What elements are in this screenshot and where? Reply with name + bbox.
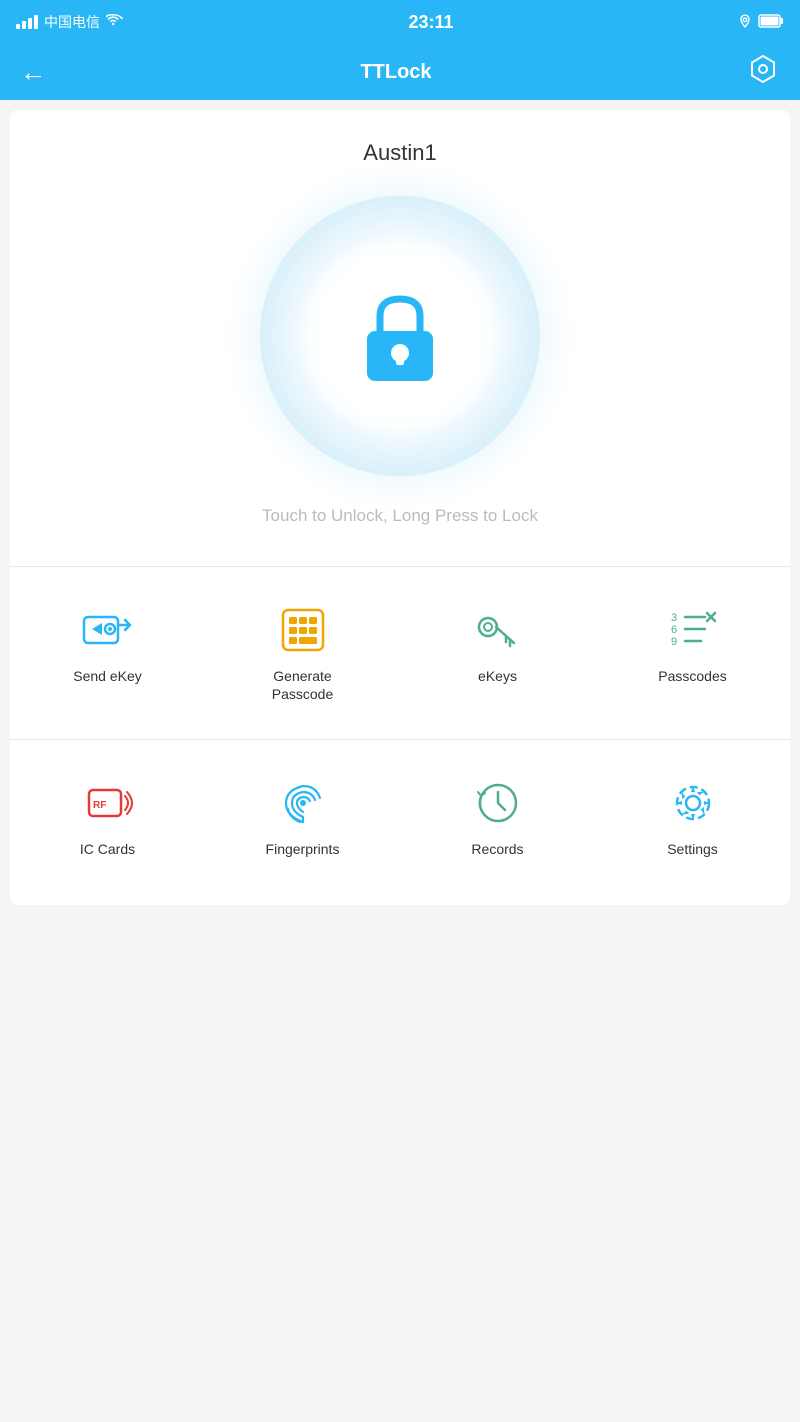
ic-cards-icon: RF bbox=[81, 776, 135, 830]
ekeys-button[interactable]: eKeys bbox=[400, 587, 595, 719]
settings-menu-icon bbox=[666, 776, 720, 830]
settings-menu-button[interactable]: Settings bbox=[595, 760, 790, 874]
menu-row-2: RF IC Cards bbox=[10, 740, 790, 904]
status-right bbox=[738, 14, 784, 31]
status-left: 中国电信 bbox=[16, 12, 124, 32]
ekeys-label: eKeys bbox=[478, 667, 517, 685]
status-time: 23:11 bbox=[408, 12, 453, 33]
ic-cards-label: IC Cards bbox=[80, 840, 135, 858]
bottom-area bbox=[10, 905, 790, 1285]
svg-text:9: 9 bbox=[671, 636, 677, 648]
location-icon bbox=[738, 14, 752, 31]
generate-passcode-icon bbox=[276, 603, 330, 657]
settings-icon[interactable] bbox=[746, 52, 780, 93]
passcodes-label: Passcodes bbox=[658, 667, 726, 685]
send-ekey-icon bbox=[81, 603, 135, 657]
fingerprints-label: Fingerprints bbox=[266, 840, 340, 858]
unlock-hint: Touch to Unlock, Long Press to Lock bbox=[262, 506, 538, 526]
lock-inner-circle bbox=[300, 236, 500, 436]
back-button[interactable]: ← bbox=[20, 59, 46, 85]
records-icon bbox=[471, 776, 525, 830]
lock-section: Austin1 Touch to Unlock bbox=[10, 110, 790, 567]
records-label: Records bbox=[471, 840, 523, 858]
signal-icon bbox=[16, 15, 38, 29]
lock-button[interactable] bbox=[260, 196, 540, 476]
nav-title: TTLock bbox=[360, 61, 431, 84]
menu-row-1: Send eKey bbox=[10, 567, 790, 740]
generate-passcode-button[interactable]: Generate Passcode bbox=[205, 587, 400, 719]
device-name: Austin1 bbox=[363, 140, 436, 166]
svg-text:RF: RF bbox=[93, 800, 106, 811]
fingerprints-icon bbox=[276, 776, 330, 830]
svg-text:3: 3 bbox=[671, 612, 677, 624]
fingerprints-button[interactable]: Fingerprints bbox=[205, 760, 400, 874]
nav-bar: ← TTLock bbox=[0, 44, 800, 100]
passcodes-button[interactable]: 3 6 9 Passcodes bbox=[595, 587, 790, 719]
ic-cards-button[interactable]: RF IC Cards bbox=[10, 760, 205, 874]
passcodes-icon: 3 6 9 bbox=[666, 603, 720, 657]
lock-icon bbox=[345, 281, 455, 391]
send-ekey-button[interactable]: Send eKey bbox=[10, 587, 205, 719]
generate-passcode-label: Generate Passcode bbox=[272, 667, 333, 703]
svg-text:6: 6 bbox=[671, 624, 677, 636]
status-bar: 中国电信 23:11 bbox=[0, 0, 800, 44]
wifi-icon bbox=[106, 14, 124, 31]
records-button[interactable]: Records bbox=[400, 760, 595, 874]
carrier-label: 中国电信 bbox=[44, 12, 100, 32]
ekeys-icon bbox=[471, 603, 525, 657]
battery-icon bbox=[758, 14, 784, 31]
settings-menu-label: Settings bbox=[667, 840, 718, 858]
send-ekey-label: Send eKey bbox=[73, 667, 142, 685]
